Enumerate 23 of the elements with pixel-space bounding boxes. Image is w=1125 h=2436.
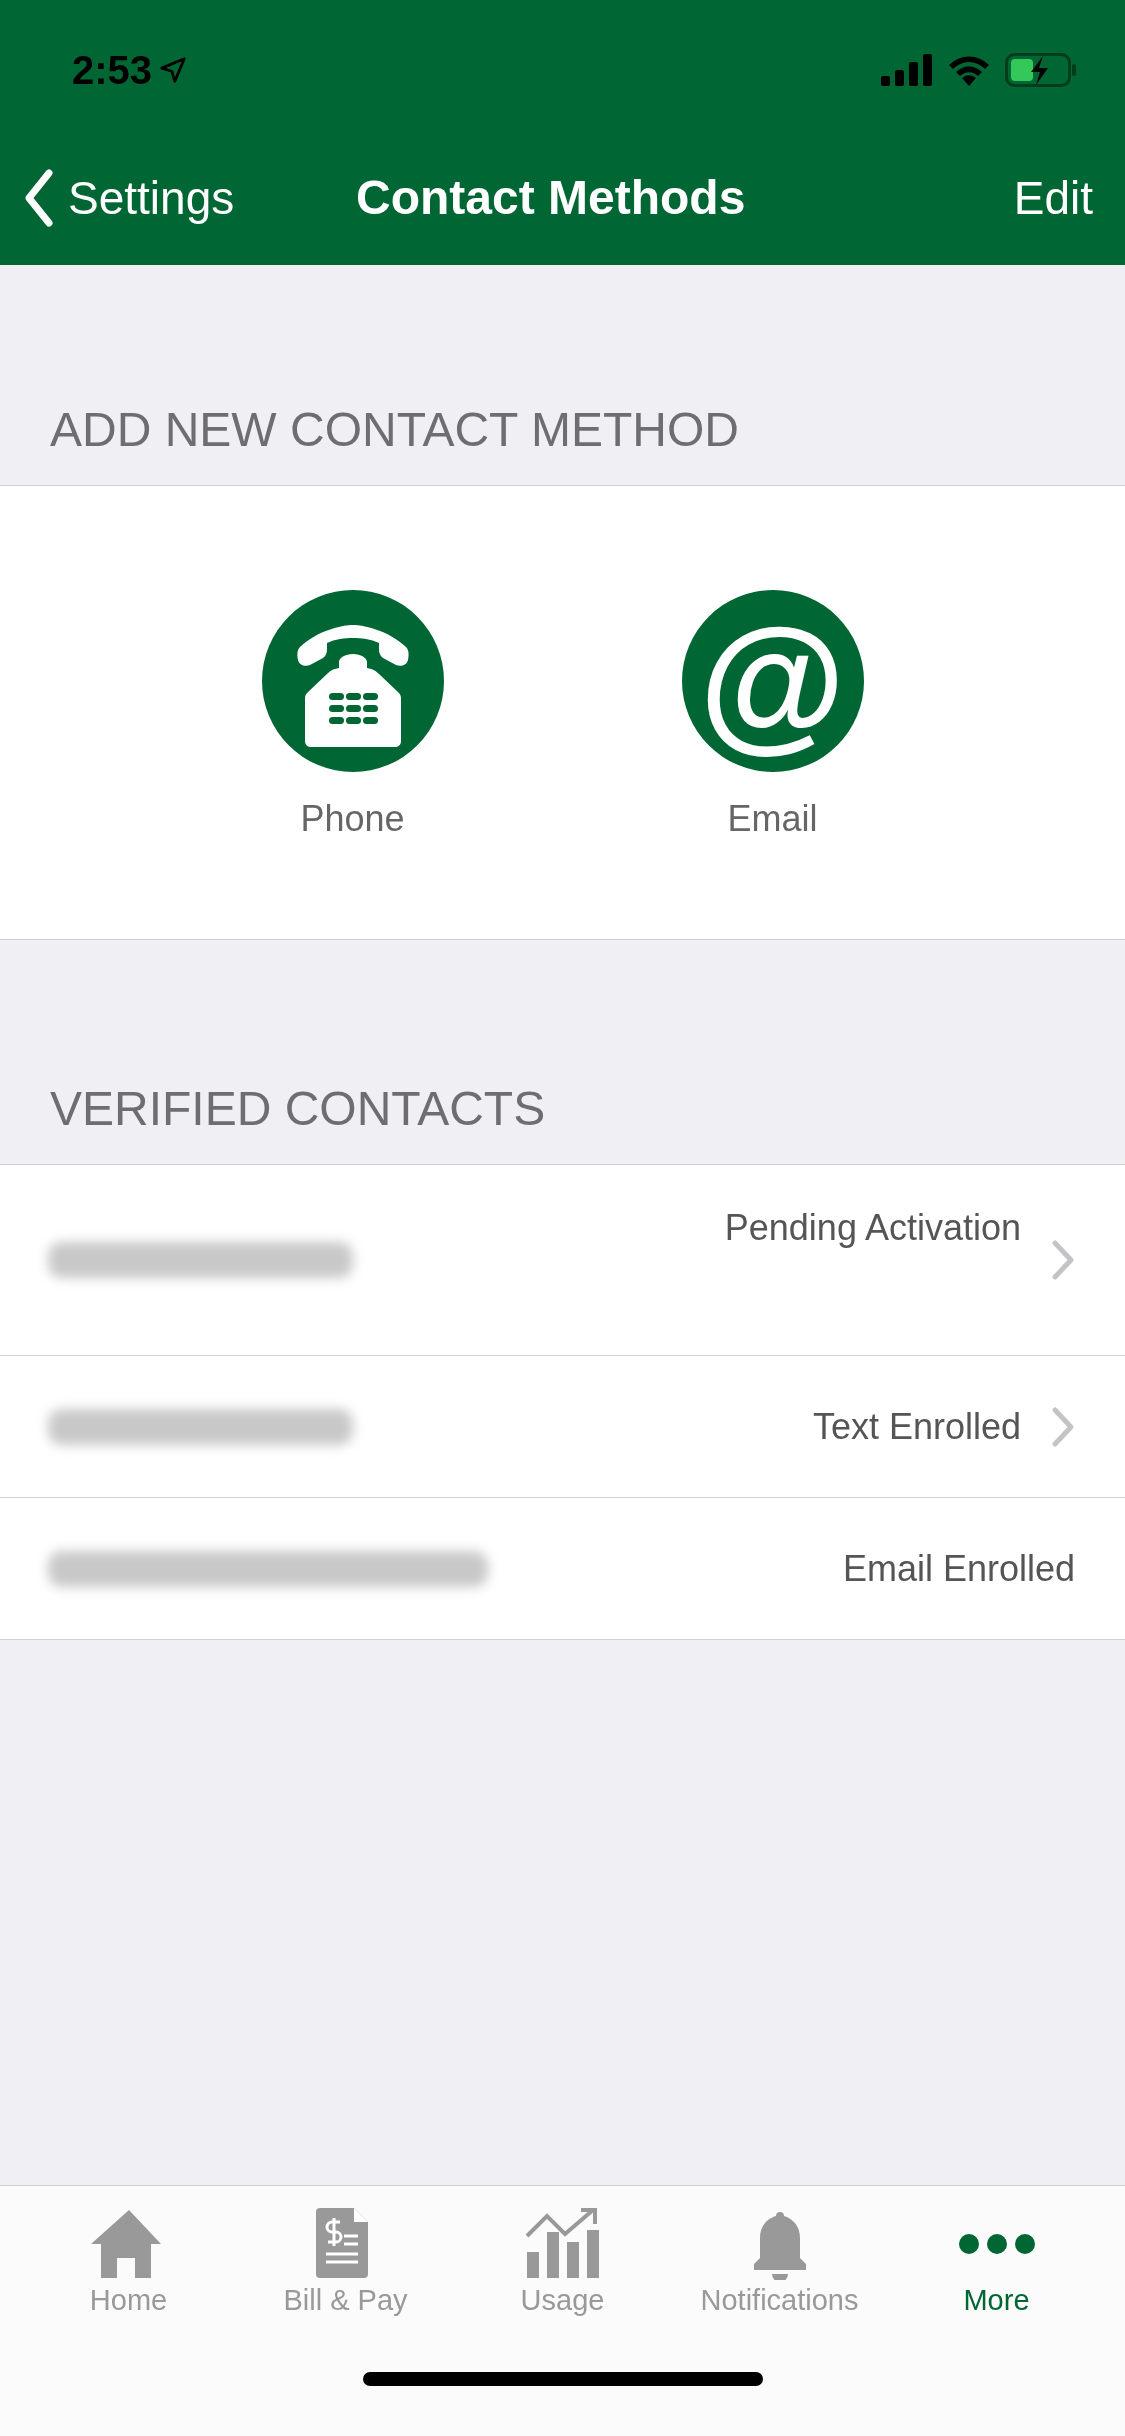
more-dots-icon [958, 2234, 1035, 2254]
wifi-icon [947, 54, 991, 86]
contact-row[interactable]: Text Enrolled [0, 1356, 1125, 1498]
signal-icon [881, 54, 933, 86]
location-arrow-icon [158, 55, 189, 85]
back-chevron-icon [24, 168, 54, 227]
contact-status: Pending Activation [724, 1207, 1021, 1249]
contact-row[interactable]: Email Enrolled [0, 1498, 1125, 1639]
tab-bar-item[interactable]: More [896, 2208, 1097, 2317]
status-time: 2:53 [72, 47, 153, 93]
battery-charging-icon [1005, 53, 1077, 87]
contact-row[interactable]: Pending Activation [0, 1165, 1125, 1356]
section-header: ADD NEW CONTACT METHOD [50, 402, 739, 457]
section-header: VERIFIED CONTACTS [50, 1081, 546, 1136]
add-method-button[interactable]: Phone [261, 590, 444, 840]
at-sign-icon: @ [681, 590, 864, 772]
add-method-button[interactable]: @ Email [681, 590, 864, 840]
screen-title: Contact Methods [356, 170, 746, 225]
edit-button[interactable]: Edit [1013, 170, 1093, 225]
contact-status: Text Enrolled [812, 1405, 1021, 1448]
back-button[interactable]: Settings [24, 168, 235, 227]
contact-status: Email Enrolled [842, 1547, 1075, 1590]
telephone-icon [261, 590, 444, 772]
